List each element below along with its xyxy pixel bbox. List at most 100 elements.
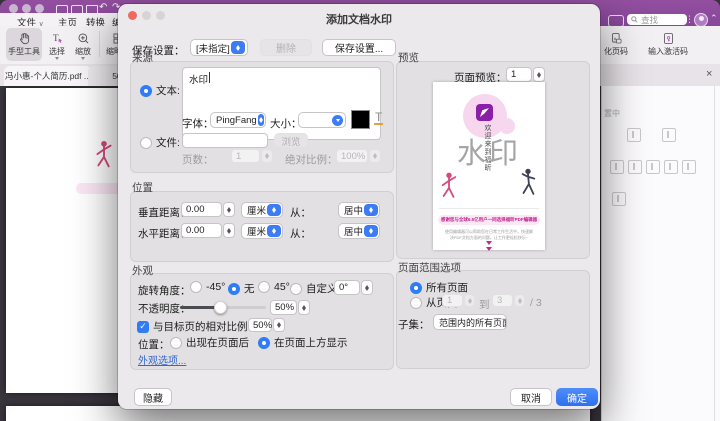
rotation-45-radio[interactable] [258, 281, 270, 293]
search-input[interactable]: 查找 [627, 14, 687, 25]
text-radio-row[interactable]: 文本: [140, 83, 180, 98]
tool-hand[interactable]: 手型工具 [6, 28, 42, 61]
cancel-button[interactable]: 取消 [510, 388, 552, 406]
align-bottom-icon[interactable] [646, 160, 660, 174]
all-pages-option[interactable]: 所有页面 [410, 280, 468, 295]
above-page-option[interactable]: 在页面上方显示 [258, 335, 348, 350]
h-from-dropdown[interactable]: 居中 [338, 223, 380, 239]
h-unit-value: 厘米 [247, 224, 266, 238]
double-chevron-down-icon [433, 242, 545, 254]
rotation-neg45-option[interactable]: -45° [190, 281, 225, 293]
hide-button[interactable]: 隐藏 [134, 388, 172, 406]
rotation-45-option[interactable]: 45° [258, 281, 290, 293]
font-value: PingFang [216, 115, 257, 126]
from-page-radio[interactable] [410, 297, 422, 309]
ok-button[interactable]: 确定 [556, 388, 598, 406]
relative-scale-row[interactable]: ✓ 与目标页的相对比例 [137, 319, 248, 334]
rotation-custom-input[interactable]: 0° [334, 280, 360, 295]
browse-button: 浏览 [274, 133, 308, 148]
v-distance-input[interactable]: 0.00 [181, 202, 222, 217]
distribute-horizontal-icon[interactable] [682, 160, 696, 174]
relative-scale-checkbox[interactable]: ✓ [137, 321, 149, 333]
rotation-neg45-radio[interactable] [190, 281, 202, 293]
size-combobox[interactable] [298, 112, 346, 128]
rotation-neg45-label: -45° [206, 281, 225, 293]
rotation-none-option[interactable]: 无 [228, 281, 255, 296]
align-left-icon[interactable] [610, 160, 624, 174]
stepper-icon [267, 225, 281, 237]
v-from-label: 从： [290, 205, 311, 220]
relative-scale-input[interactable]: 50% [248, 318, 272, 332]
preview-person-left [440, 170, 458, 204]
abs-scale-stepper [369, 149, 381, 163]
page-preview-input[interactable]: 1 [506, 67, 532, 82]
window-minimize-button[interactable] [22, 4, 31, 13]
v-distance-stepper[interactable] [223, 202, 235, 217]
page-number-icon: # [610, 32, 623, 45]
subset-value: 范围内的所有页面 [439, 316, 507, 329]
h-distance-input[interactable]: 0.00 [181, 223, 222, 238]
panel-close-icon[interactable]: × [706, 68, 712, 80]
document-tab-active[interactable]: 冯小惠-个人简历.pdf ... [4, 66, 92, 86]
behind-page-option[interactable]: 出现在页面后 [170, 335, 249, 350]
rotation-custom-option[interactable]: 自定义 [290, 281, 338, 296]
opacity-stepper[interactable] [298, 300, 310, 315]
pages-label: 页数： [182, 152, 214, 167]
font-dropdown[interactable]: PingFang [210, 112, 266, 128]
collapse-ribbon-icon[interactable]: ⌃ [710, 13, 718, 24]
h-distance-stepper[interactable] [223, 223, 235, 238]
tool-page-number[interactable]: # 化页码 [596, 28, 636, 61]
preset-dropdown[interactable]: [未指定] [190, 39, 248, 56]
tool-activation-label: 输入激活码 [648, 46, 688, 57]
h-unit-dropdown[interactable]: 厘米 [241, 223, 283, 239]
rotation-custom-radio[interactable] [290, 283, 302, 295]
stepper-icon [364, 204, 378, 216]
rotation-none-radio[interactable] [228, 283, 240, 295]
user-avatar[interactable] [694, 13, 708, 27]
preview-page: 欢迎来到福昕 水印 感谢您与全球6.5亿用户一同选择福昕PDF编辑器 使用编辑器… [433, 82, 545, 250]
above-page-radio[interactable] [258, 337, 270, 349]
tool-select-label: 选择 [49, 46, 65, 57]
text-color-swatch[interactable] [351, 110, 370, 129]
relative-scale-stepper[interactable] [273, 318, 285, 332]
illustration-person-left [94, 140, 114, 172]
chevron-down-icon [81, 57, 85, 62]
subset-dropdown[interactable]: 范围内的所有页面 [433, 314, 507, 330]
activation-key-icon [662, 32, 675, 45]
save-settings-button[interactable]: 保存设置... [322, 39, 396, 56]
more-menu-icon[interactable]: ⋮ [685, 14, 694, 25]
file-radio[interactable] [140, 137, 152, 149]
tool-hand-label: 手型工具 [8, 46, 40, 57]
opacity-input[interactable]: 50% [270, 300, 297, 315]
align-center-horizontal-icon[interactable] [627, 128, 641, 142]
text-color-icon[interactable]: T [374, 111, 383, 125]
dialog-title: 添加文档水印 [118, 4, 600, 27]
abs-scale-label: 绝对比例： [285, 152, 338, 167]
appearance-options-link[interactable]: 外观选项... [138, 352, 186, 367]
window-zoom-button[interactable] [35, 4, 44, 13]
to-page-input: 3 [492, 294, 513, 307]
file-radio-row[interactable]: 文件: [140, 135, 180, 150]
tool-activation[interactable]: 输入激活码 [640, 28, 696, 61]
tool-select[interactable]: T 选择 [45, 28, 69, 61]
align-center-page-icon[interactable] [662, 128, 676, 142]
behind-page-radio[interactable] [170, 337, 182, 349]
undo-icon[interactable]: ↶ [99, 2, 107, 13]
align-right-icon[interactable] [664, 160, 678, 174]
file-path-input[interactable] [182, 133, 268, 148]
all-pages-radio[interactable] [410, 282, 422, 294]
v-unit-dropdown[interactable]: 厘米 [241, 202, 283, 218]
align-top-icon[interactable] [628, 160, 642, 174]
opacity-slider-thumb[interactable] [214, 301, 227, 314]
distribute-vertical-icon[interactable] [612, 192, 626, 206]
v-unit-value: 厘米 [247, 203, 266, 217]
v-from-dropdown[interactable]: 居中 [338, 202, 380, 218]
right-panel: 置中 [601, 86, 720, 421]
rotation-custom-stepper[interactable] [361, 280, 373, 295]
window-close-button[interactable] [9, 4, 18, 13]
page-preview-stepper[interactable] [533, 67, 545, 82]
tool-zoom[interactable]: 缩放 [71, 28, 95, 61]
select-text-icon: T [51, 32, 64, 45]
file-radio-label: 文件: [156, 135, 180, 150]
text-radio[interactable] [140, 85, 152, 97]
